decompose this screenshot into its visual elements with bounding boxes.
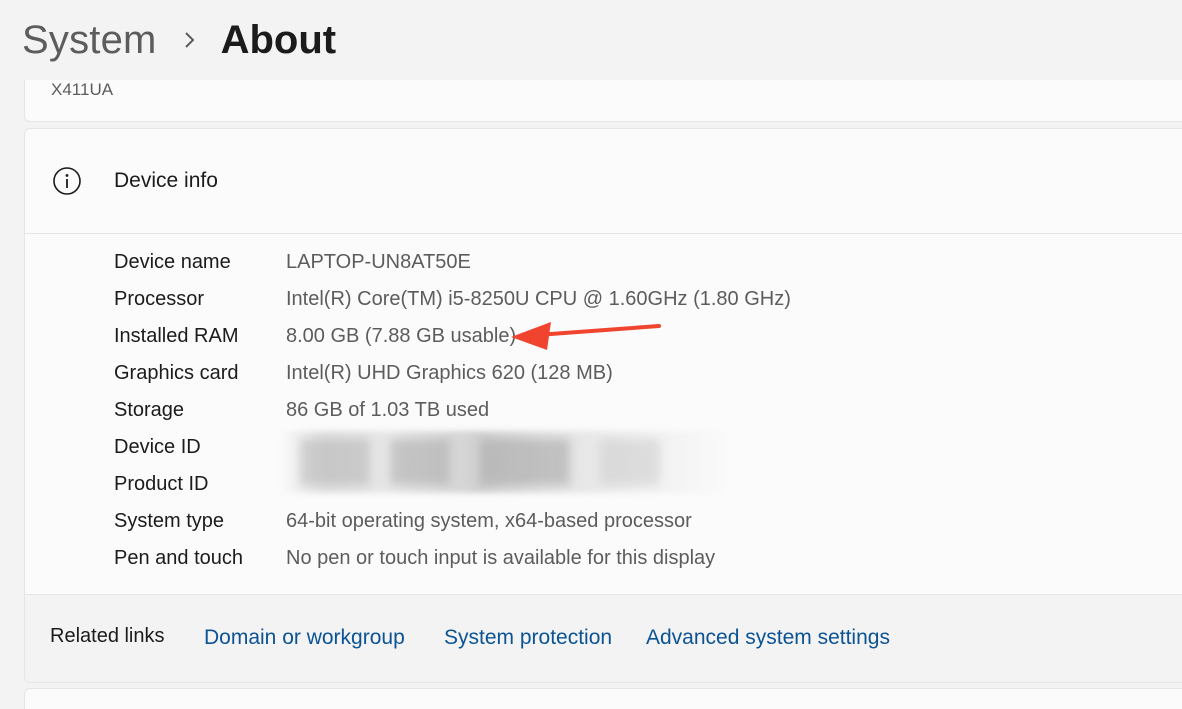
spec-value[interactable]: 8.00 GB (7.88 GB usable) xyxy=(286,325,516,348)
device-model-card: X411UA xyxy=(24,80,1182,122)
spec-label: Pen and touch xyxy=(114,547,243,569)
spec-value[interactable]: 86 GB of 1.03 TB used xyxy=(286,399,489,422)
spec-value[interactable]: No pen or touch input is available for t… xyxy=(286,547,715,570)
related-links-bar: Related links Domain or workgroup System… xyxy=(25,594,1182,682)
link-domain-or-workgroup[interactable]: Domain or workgroup xyxy=(204,626,405,650)
next-card xyxy=(24,688,1182,709)
device-info-header[interactable]: Device info xyxy=(25,129,1182,234)
redacted-ids-blur xyxy=(280,431,725,493)
chevron-right-icon xyxy=(183,28,199,52)
spec-value[interactable]: 64-bit operating system, x64-based proce… xyxy=(286,510,692,533)
info-icon xyxy=(52,166,82,196)
spec-label: Graphics card xyxy=(114,362,239,384)
spec-value[interactable]: Intel(R) Core(TM) i5-8250U CPU @ 1.60GHz… xyxy=(286,288,791,311)
device-info-title: Device info xyxy=(114,169,218,192)
page-header: System About xyxy=(0,0,1182,80)
link-system-protection[interactable]: System protection xyxy=(444,626,612,650)
annotation-arrow-icon xyxy=(511,322,661,350)
related-links-label: Related links xyxy=(50,625,165,647)
spec-label: Processor xyxy=(114,288,205,310)
breadcrumb-parent[interactable]: System xyxy=(22,18,157,63)
spec-label: Storage xyxy=(114,399,185,421)
page-title: About xyxy=(220,17,337,62)
link-advanced-system-settings[interactable]: Advanced system settings xyxy=(646,626,890,650)
spec-label: Device ID xyxy=(114,436,201,458)
device-info-card: Device info Device name LAPTOP-UN8AT50E … xyxy=(24,128,1182,683)
spec-label: Installed RAM xyxy=(114,325,239,347)
spec-label: System type xyxy=(114,510,225,532)
spec-label: Product ID xyxy=(114,473,209,495)
spec-value[interactable]: Intel(R) UHD Graphics 620 (128 MB) xyxy=(286,362,613,385)
spec-label: Device name xyxy=(114,251,231,273)
device-model: X411UA xyxy=(51,80,114,99)
spec-value[interactable]: LAPTOP-UN8AT50E xyxy=(286,251,471,274)
